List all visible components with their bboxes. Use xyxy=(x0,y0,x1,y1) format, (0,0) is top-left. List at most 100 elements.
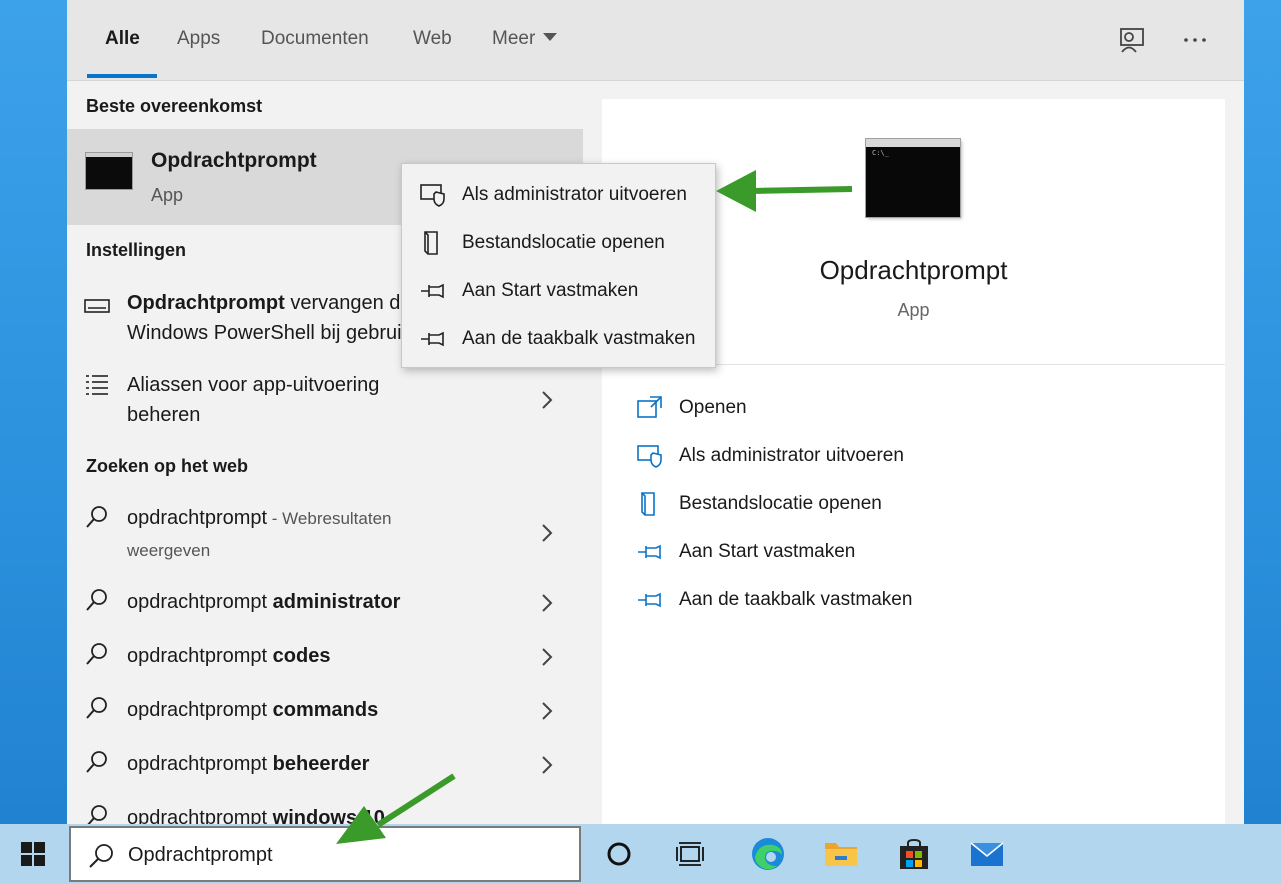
web-suggestion-item[interactable]: opdrachtprompt administrator xyxy=(67,583,583,623)
search-tab-bar: Alle Apps Documenten Web Meer xyxy=(67,0,1244,81)
web-suggestion-base: opdrachtprompt xyxy=(127,753,273,775)
windows-search-panel: Alle Apps Documenten Web Meer Beste over… xyxy=(67,0,1244,824)
shield-admin-icon xyxy=(637,445,662,468)
mail-icon xyxy=(970,842,1004,866)
search-icon xyxy=(86,643,107,665)
web-suggestion-text: opdrachtprompt commands xyxy=(127,695,378,725)
search-icon xyxy=(86,589,107,611)
menu-item-label: Aan de taakbalk vastmaken xyxy=(462,328,696,349)
web-suggestion-base: opdrachtprompt xyxy=(127,699,273,721)
action-label: Openen xyxy=(679,397,747,418)
search-icon xyxy=(86,506,107,528)
taskbar: Opdrachtprompt xyxy=(0,824,1281,884)
store-bag-icon xyxy=(900,838,928,869)
folder-icon xyxy=(825,843,857,866)
search-icon xyxy=(87,805,107,824)
settings-item-line2: Windows PowerShell bij gebruik xyxy=(127,322,412,344)
microsoft-store-button[interactable] xyxy=(890,830,938,878)
web-suggestion-text: opdrachtprompt administrator xyxy=(127,587,400,617)
tab-alle[interactable]: Alle xyxy=(105,28,140,50)
web-result-item[interactable]: opdrachtprompt - Webresultaten weergeven xyxy=(67,501,583,567)
tab-web[interactable]: Web xyxy=(413,28,452,50)
task-view-icon xyxy=(676,842,704,866)
edge-browser-icon xyxy=(752,838,784,870)
shield-admin-icon xyxy=(420,184,445,207)
settings-item-line2: beheren xyxy=(127,404,201,426)
file-location-icon xyxy=(424,231,438,255)
menu-item-label: Als administrator uitvoeren xyxy=(462,184,687,205)
ellipsis-icon xyxy=(1184,38,1206,42)
menu-item-label: Bestandslocatie openen xyxy=(462,232,665,253)
file-explorer-button[interactable] xyxy=(817,830,865,878)
settings-item-bold: Opdrachtprompt xyxy=(127,292,285,314)
list-setting-icon xyxy=(86,375,108,395)
chevron-right-icon xyxy=(542,391,553,409)
tab-meer-label: Meer xyxy=(492,28,536,49)
tab-meer[interactable]: Meer xyxy=(492,28,558,50)
best-match-heading: Beste overeenkomst xyxy=(86,96,263,116)
taskbar-search-input[interactable]: Opdrachtprompt xyxy=(69,826,581,882)
web-suggestion-bold: commands xyxy=(272,699,379,721)
search-icon xyxy=(89,844,113,868)
tab-documenten[interactable]: Documenten xyxy=(261,28,369,50)
more-options-button[interactable] xyxy=(1175,22,1215,58)
web-suggestion-text: opdrachtprompt codes xyxy=(127,641,330,671)
web-suggestion-text: opdrachtprompt beheerder xyxy=(127,749,369,779)
context-menu: Als administrator uitvoeren Bestandsloca… xyxy=(401,163,716,368)
chevron-right-icon xyxy=(542,524,553,542)
action-label: Als administrator uitvoeren xyxy=(679,445,904,466)
chevron-right-icon xyxy=(542,756,553,774)
web-suggestion-item[interactable]: opdrachtprompt windows 10 xyxy=(67,799,583,824)
cortana-button[interactable] xyxy=(595,830,643,878)
web-result-line1: opdrachtprompt - Webresultaten xyxy=(127,503,392,534)
menu-item-run-as-admin[interactable]: Als administrator uitvoeren xyxy=(402,173,715,217)
menu-item-pin-to-taskbar[interactable]: Aan de taakbalk vastmaken xyxy=(402,317,715,361)
feedback-button[interactable] xyxy=(1112,22,1152,58)
settings-heading: Instellingen xyxy=(86,240,187,260)
web-suggestion-bold: codes xyxy=(272,645,331,667)
web-result-line2: weergeven xyxy=(127,535,210,566)
pin-icon xyxy=(421,331,444,347)
web-suggestion-text: opdrachtprompt windows 10 xyxy=(127,803,385,824)
task-view-button[interactable] xyxy=(666,830,714,878)
tab-apps[interactable]: Apps xyxy=(177,28,220,50)
action-label: Aan de taakbalk vastmaken xyxy=(679,589,913,610)
chevron-right-icon xyxy=(542,648,553,666)
action-label: Aan Start vastmaken xyxy=(679,541,856,562)
chevron-right-icon xyxy=(542,702,553,720)
search-icon xyxy=(86,751,107,773)
settings-item-app-aliases[interactable]: Aliassen voor app-uitvoering beheren xyxy=(67,368,583,432)
chevron-right-icon xyxy=(542,594,553,612)
settings-item-line1: Aliassen voor app-uitvoering xyxy=(127,374,380,396)
pin-icon xyxy=(638,544,661,560)
web-result-line2-text: weergeven xyxy=(127,541,211,560)
web-search-heading: Zoeken op het web xyxy=(86,456,249,476)
settings-item-line1: Opdrachtprompt vervangen door xyxy=(127,288,429,318)
feedback-icon xyxy=(1120,28,1144,53)
icon-prompt-text: C:\_ xyxy=(872,149,889,157)
menu-item-open-file-location[interactable]: Bestandslocatie openen xyxy=(402,221,715,265)
edge-browser-button[interactable] xyxy=(744,830,792,878)
web-suggestion-bold: administrator xyxy=(272,591,401,613)
web-result-query: opdrachtprompt xyxy=(127,507,268,529)
search-icon xyxy=(86,697,107,719)
menu-item-pin-to-start[interactable]: Aan Start vastmaken xyxy=(402,269,715,313)
web-suggestion-base: opdrachtprompt xyxy=(127,645,273,667)
active-tab-indicator xyxy=(87,74,157,78)
menu-item-label: Aan Start vastmaken xyxy=(462,280,639,301)
web-suggestion-base: opdrachtprompt xyxy=(127,591,273,613)
web-suggestion-item[interactable]: opdrachtprompt codes xyxy=(67,637,583,677)
web-suggestion-item[interactable]: opdrachtprompt beheerder xyxy=(67,745,583,785)
mail-button[interactable] xyxy=(963,830,1011,878)
best-match-subtitle: App xyxy=(151,185,184,205)
taskbar-search-value: Opdrachtprompt xyxy=(128,844,273,866)
action-label: Bestandslocatie openen xyxy=(679,493,882,514)
web-suggestion-bold: beheerder xyxy=(272,753,370,775)
pin-icon xyxy=(421,283,444,299)
caret-down-icon xyxy=(543,32,558,41)
pin-icon xyxy=(638,592,661,608)
command-prompt-icon xyxy=(86,153,132,189)
start-button[interactable] xyxy=(0,824,66,884)
command-prompt-icon: C:\_ xyxy=(866,139,960,217)
web-suggestion-item[interactable]: opdrachtprompt commands xyxy=(67,691,583,731)
